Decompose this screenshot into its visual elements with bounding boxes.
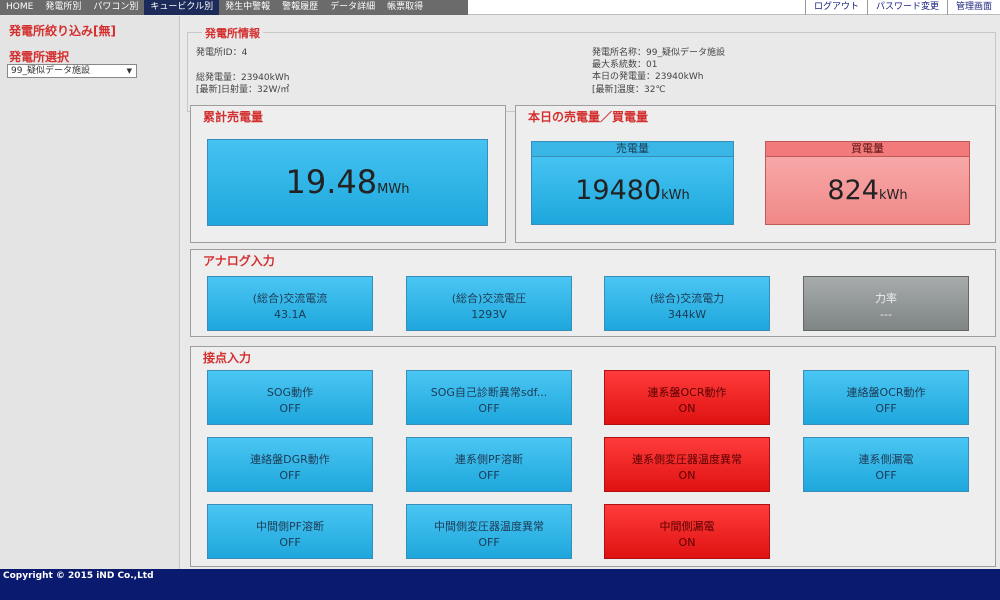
contact-tile-mid-pf-fuse[interactable]: 中間側PF溶断 OFF [207,504,373,559]
station-info-title: 発電所情報 [202,25,263,41]
dropdown-arrow-icon: ▼ [126,67,132,75]
account-links: ログアウト パスワード変更 管理画面 [804,0,1000,15]
tab-by-station[interactable]: 発電所別 [39,0,87,15]
contacts-title: 接点入力 [203,351,252,365]
contact-tile-grid-ocr[interactable]: 連系盤OCR動作 ON [604,370,770,425]
contact-tile-sog-operation[interactable]: SOG動作 OFF [207,370,373,425]
cumulative-title: 累計売電量 [203,110,264,124]
tab-data-details[interactable]: データ詳細 [324,0,381,15]
station-select[interactable]: 99_疑似データ施設 ▼ [7,64,137,78]
analog-tile-current[interactable]: (総合)交流電流 43.1A [207,276,373,331]
tab-report-download[interactable]: 帳票取得 [381,0,429,15]
copyright-text: Copyright © 2015 iND Co.,Ltd [3,571,154,581]
cumulative-value: 19.48 [285,163,378,201]
station-filter-toggle[interactable]: 発電所絞り込み[無] [9,22,116,39]
buy-label: 買電量 [765,141,970,157]
buy-value-box: 824kWh [765,156,970,225]
today-title: 本日の売電量／買電量 [528,110,649,124]
analog-panel: アナログ入力 (総合)交流電流 43.1A (総合)交流電圧 1293V (総合… [190,249,996,337]
buy-value: 824 [827,175,879,206]
station-id: 発電所ID：4 [196,48,248,58]
top-bar: HOME 発電所別 パワコン別 キュービクル別 発生中警報 警報履歴 データ詳細… [0,0,1000,15]
contact-tile-grid-transformer-temp[interactable]: 連系側変圧器温度異常 ON [604,437,770,492]
cumulative-panel: 累計売電量 19.48MWh [190,105,506,243]
today-panel: 本日の売電量／買電量 売電量 19480kWh 買電量 824kWh [515,105,996,243]
contact-tile-link-dgr[interactable]: 連絡盤DGR動作 OFF [207,437,373,492]
buy-unit: kWh [878,188,908,203]
main-nav: HOME 発電所別 パワコン別 キュービクル別 発生中警報 警報履歴 データ詳細… [0,0,468,15]
analog-title: アナログ入力 [203,254,275,268]
cumulative-value-box: 19.48MWh [207,139,488,226]
today-power: 本日の発電量：23940kWh [592,72,704,82]
sell-value-box: 19480kWh [531,156,734,225]
contacts-panel: 接点入力 SOG動作 OFF SOG自己診断異常sdf... OFF 連系盤OC… [190,346,996,567]
latest-irradiance: [最新]日射量：32W/㎡ [196,85,290,95]
logout-link[interactable]: ログアウト [804,0,867,15]
station-select-value: 99_疑似データ施設 [11,66,90,76]
latest-temperature: [最新]温度：32℃ [592,85,666,95]
contact-tile-mid-transformer-temp[interactable]: 中間側変圧器温度異常 OFF [406,504,572,559]
sell-unit: kWh [661,188,690,203]
cumulative-unit: MWh [377,182,410,197]
tab-alarm-history[interactable]: 警報履歴 [276,0,324,15]
analog-tile-power[interactable]: (総合)交流電力 344kW [604,276,770,331]
sell-value: 19480 [575,175,662,206]
contact-tile-mid-leakage[interactable]: 中間側漏電 ON [604,504,770,559]
contact-tile-grid-leakage[interactable]: 連系側漏電 OFF [803,437,969,492]
tab-by-cubicle[interactable]: キュービクル別 [144,0,220,15]
tab-home[interactable]: HOME [0,0,39,15]
analog-tile-voltage[interactable]: (総合)交流電圧 1293V [406,276,572,331]
tab-by-power-conditioner[interactable]: パワコン別 [87,0,144,15]
analog-tile-power-factor[interactable]: 力率 --- [803,276,969,331]
main-content: 発電所情報 発電所ID：4 総発電量：23940kWh [最新]日射量：32W/… [181,16,1000,569]
contact-tile-link-ocr[interactable]: 連絡盤OCR動作 OFF [803,370,969,425]
admin-link[interactable]: 管理画面 [946,0,1000,15]
tab-active-alarms[interactable]: 発生中警報 [219,0,276,15]
change-password-link[interactable]: パスワード変更 [866,0,947,15]
station-info: 発電所情報 発電所ID：4 総発電量：23940kWh [最新]日射量：32W/… [187,25,996,112]
sidebar: 発電所絞り込み[無] 発電所選択 99_疑似データ施設 ▼ [0,16,180,569]
station-select-label: 発電所選択 [9,50,70,64]
footer: Copyright © 2015 iND Co.,Ltd [0,569,1000,600]
contact-tile-sog-self-diagnosis[interactable]: SOG自己診断異常sdf... OFF [406,370,572,425]
sell-label: 売電量 [531,141,734,157]
contact-tile-grid-pf-fuse[interactable]: 連系側PF溶断 OFF [406,437,572,492]
